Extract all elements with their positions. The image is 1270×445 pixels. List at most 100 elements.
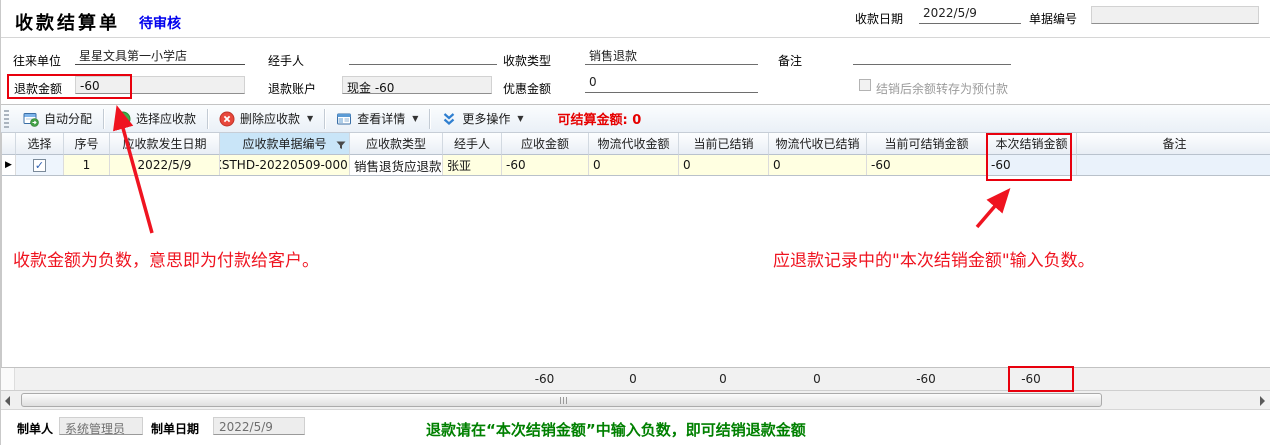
- refund-account-field[interactable]: 现金 -60: [342, 76, 492, 94]
- logistics-settled-cell[interactable]: 0: [769, 155, 867, 175]
- remark-label: 备注: [778, 52, 802, 69]
- handler-cell[interactable]: 张亚: [443, 155, 502, 175]
- col-header-settled[interactable]: 当前已结销: [679, 133, 769, 155]
- check-icon: ✓: [35, 160, 44, 171]
- row-selector-cell: ▶: [2, 155, 16, 175]
- receipt-date-field[interactable]: 2022/5/9: [919, 6, 1021, 24]
- refund-account-label: 退款账户: [268, 80, 316, 97]
- more-actions-icon: [441, 111, 457, 127]
- auto-assign-icon: [23, 111, 39, 127]
- type-cell[interactable]: 销售退货应退款: [350, 155, 443, 175]
- handler-field[interactable]: [349, 47, 497, 65]
- horizontal-scrollbar[interactable]: [1, 391, 1270, 410]
- remark-cell[interactable]: [1077, 155, 1270, 175]
- col-header-doc-no[interactable]: 应收款单据编号: [220, 133, 350, 155]
- discount-label: 优惠金额: [503, 80, 551, 97]
- chevron-down-icon: ▼: [307, 114, 313, 123]
- col-header-logistics-amount[interactable]: 物流代收金额: [589, 133, 679, 155]
- partner-field[interactable]: 星星文具第一小学店: [75, 47, 245, 65]
- receipt-settlement-window: 收款结算单 待审核 收款日期 2022/5/9 单据编号 往来单位 星星文具第一…: [0, 0, 1270, 445]
- title-bar: 收款结算单 待审核 收款日期 2022/5/9 单据编号: [1, 0, 1270, 38]
- receipt-date-label: 收款日期: [855, 10, 903, 27]
- grid-header-corner: [2, 133, 16, 155]
- view-detail-button[interactable]: 查看详情 ▼: [328, 107, 426, 130]
- grid-toolbar: 自动分配 选择应收款 删除应收款 ▼ 查看详情 ▼: [1, 105, 1270, 133]
- summary-settleable: -60: [866, 368, 986, 390]
- row-select-cell[interactable]: ✓: [16, 155, 64, 175]
- select-receivable-button[interactable]: 选择应收款: [107, 107, 204, 130]
- create-date-label: 制单日期: [151, 420, 199, 437]
- create-date-field: 2022/5/9: [213, 417, 305, 435]
- settled-cell[interactable]: 0: [679, 155, 769, 175]
- grid-header-row: 选择 序号 应收款发生日期 应收款单据编号 应收款类型 经手人 应收金额 物流代…: [2, 133, 1270, 155]
- toolbar-grip[interactable]: [4, 110, 9, 128]
- doc-no-cell[interactable]: XSTHD-20220509-0001: [220, 155, 350, 175]
- summary-lead-cell: [1, 368, 15, 390]
- toolbar-separator: [324, 109, 325, 129]
- creator-label: 制单人: [17, 420, 53, 437]
- doc-no-label: 单据编号: [1029, 10, 1077, 27]
- col-header-seq[interactable]: 序号: [64, 133, 110, 155]
- scrollbar-thumb[interactable]: [21, 393, 1102, 407]
- receipt-type-field[interactable]: 销售退款: [585, 47, 758, 65]
- delete-receivable-label: 删除应收款: [240, 110, 300, 127]
- scrollbar-grip-icon: [560, 397, 568, 404]
- logistics-amount-cell[interactable]: 0: [589, 155, 679, 175]
- toolbar-separator: [103, 109, 104, 129]
- view-detail-label: 查看详情: [357, 110, 405, 127]
- filter-icon[interactable]: [336, 139, 346, 153]
- refund-amount-field[interactable]: -60: [75, 76, 245, 94]
- row-marker-icon: ▶: [5, 160, 12, 170]
- auto-assign-button[interactable]: 自动分配: [15, 107, 100, 130]
- receipt-type-label: 收款类型: [503, 52, 551, 69]
- toolbar-separator: [207, 109, 208, 129]
- chevron-down-icon: ▼: [412, 114, 418, 123]
- col-header-type[interactable]: 应收款类型: [350, 133, 443, 155]
- settleable-amount-text: 可结算金额: 0: [558, 109, 642, 128]
- doc-no-field[interactable]: [1091, 6, 1259, 24]
- status-badge: 待审核: [139, 13, 181, 33]
- select-receivable-label: 选择应收款: [136, 110, 196, 127]
- discount-field[interactable]: 0: [585, 75, 758, 93]
- col-header-logistics-settled[interactable]: 物流代收已结销: [769, 133, 867, 155]
- form-section: 往来单位 星星文具第一小学店 经手人 收款类型 销售退款 备注 退款金额 -60…: [1, 38, 1270, 105]
- transfer-prepay-label: 结销后余额转存为预付款: [876, 80, 1008, 97]
- summary-logistics-amount: 0: [588, 368, 678, 390]
- table-row[interactable]: ▶ ✓ 1 2022/5/9 XSTHD-20220509-0001 销售退货应…: [2, 155, 1270, 176]
- partner-label: 往来单位: [13, 52, 61, 69]
- col-header-amount[interactable]: 应收金额: [502, 133, 589, 155]
- creator-field: 系统管理员: [59, 417, 143, 435]
- grid-summary-row: -60 0 0 0 -60 -60: [1, 367, 1270, 391]
- toolbar-separator: [429, 109, 430, 129]
- col-header-remark[interactable]: 备注: [1077, 133, 1270, 155]
- detail-icon: [336, 111, 352, 127]
- settleable-cell[interactable]: -60: [867, 155, 987, 175]
- transfer-prepay-checkbox[interactable]: [859, 79, 871, 91]
- scroll-right-icon[interactable]: [1260, 396, 1265, 406]
- row-checkbox[interactable]: ✓: [33, 159, 46, 172]
- summary-settled: 0: [678, 368, 768, 390]
- seq-cell[interactable]: 1: [64, 155, 110, 175]
- summary-amount: -60: [501, 368, 588, 390]
- scroll-left-icon[interactable]: [5, 396, 10, 406]
- delete-receivable-button[interactable]: 删除应收款 ▼: [211, 107, 321, 130]
- more-actions-label: 更多操作: [462, 110, 510, 127]
- refund-amount-label: 退款金额: [14, 80, 62, 97]
- footer-bar: 制单人 系统管理员 制单日期 2022/5/9 退款请在“本次结销金额”中输入负…: [1, 410, 1270, 445]
- col-header-date[interactable]: 应收款发生日期: [110, 133, 220, 155]
- chevron-down-icon: ▼: [517, 114, 523, 123]
- amount-cell[interactable]: -60: [502, 155, 589, 175]
- add-icon: [115, 111, 131, 127]
- summary-logistics-settled: 0: [768, 368, 866, 390]
- this-settle-cell[interactable]: -60: [987, 155, 1077, 175]
- refund-hint-text: 退款请在“本次结销金额”中输入负数，即可结销退款金额: [426, 419, 806, 440]
- summary-this-settle: -60: [986, 368, 1076, 390]
- more-actions-button[interactable]: 更多操作 ▼: [433, 107, 531, 130]
- col-header-handler[interactable]: 经手人: [443, 133, 502, 155]
- col-header-settleable[interactable]: 当前可结销金额: [867, 133, 987, 155]
- col-header-doc-no-label: 应收款单据编号: [242, 135, 326, 152]
- col-header-select[interactable]: 选择: [16, 133, 64, 155]
- remark-field[interactable]: [853, 47, 1011, 65]
- date-cell[interactable]: 2022/5/9: [110, 155, 220, 175]
- col-header-this-settle[interactable]: 本次结销金额: [987, 133, 1077, 155]
